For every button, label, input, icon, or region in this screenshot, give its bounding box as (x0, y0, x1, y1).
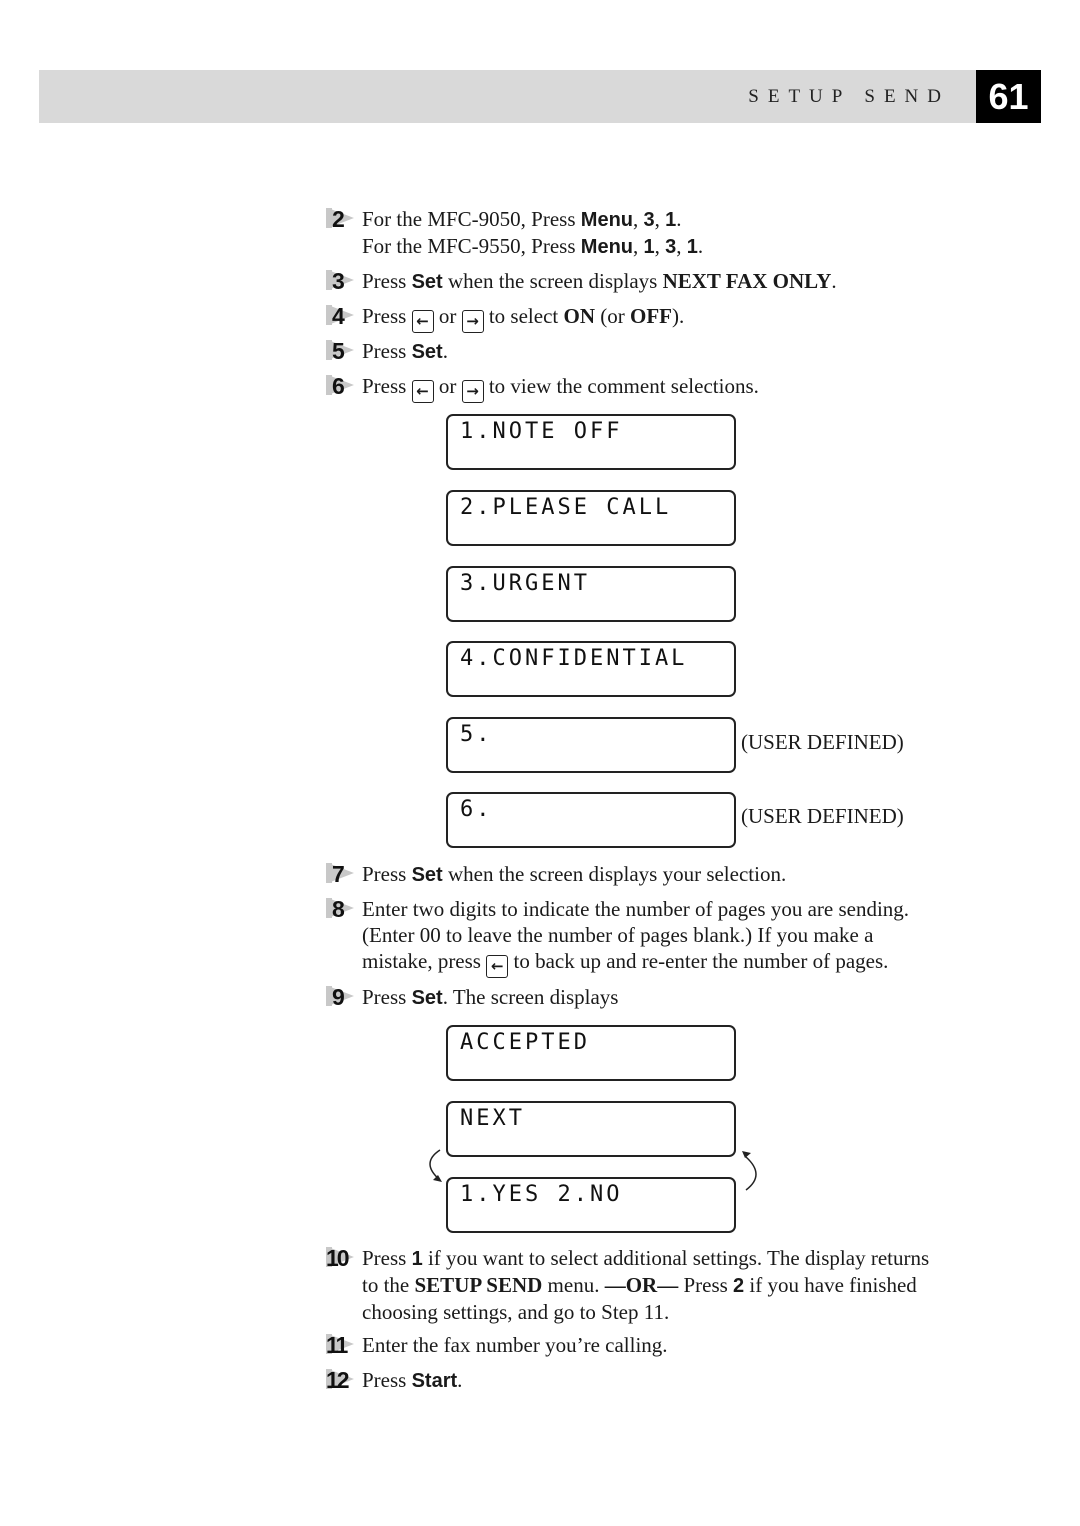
lcd-display: 5. (446, 717, 736, 773)
lcd-text: 3.URGENT (460, 571, 590, 596)
step-text: Press Set when the screen displays your … (362, 862, 787, 886)
lcd-display: 6. (446, 792, 736, 848)
step-text: Press ← or → to select ON (or OFF). (362, 303, 684, 333)
lcd-text: 5. (460, 722, 493, 747)
cycle-arrows-icon (429, 1149, 757, 1191)
key-label: 1 (643, 236, 655, 258)
lcd-display: 1.NOTE OFF (446, 414, 736, 470)
left-arrow-key-icon: ← (411, 310, 434, 333)
key-label: 1 (411, 1248, 423, 1270)
page-number: 61 (976, 70, 1041, 123)
step-text: For the MFC-9050, Press Menu, 3, 1. For t… (362, 207, 704, 258)
lcd-display: 3.URGENT (446, 566, 736, 622)
lcd-text: 1.NOTE OFF (460, 419, 623, 444)
display-text: SETUP SEND (414, 1273, 543, 1297)
lcd-text: 4.CONFIDENTIAL (460, 646, 688, 671)
step-text: Enter two digits to indicate the number … (362, 896, 909, 978)
step-text: Press Set. (362, 339, 448, 363)
key-label: Start (411, 1370, 458, 1392)
step-number: 3 (326, 268, 356, 294)
section-title: SETUP SEND (748, 86, 950, 107)
key-label: Set (411, 864, 443, 886)
key-label: Set (411, 987, 443, 1009)
step-number: 12 (326, 1367, 356, 1393)
key-label: Set (411, 271, 443, 293)
right-arrow-key-icon: → (461, 310, 484, 333)
lcd-text: NEXT (460, 1106, 525, 1131)
lcd-display: ACCEPTED (446, 1025, 736, 1081)
key-label: 3 (665, 236, 677, 258)
step-number: 6 (326, 373, 356, 399)
key-label: Menu (580, 236, 633, 258)
lcd-text: ACCEPTED (460, 1030, 590, 1055)
step-number: 8 (326, 896, 356, 922)
step-text: Press ← or → to view the comment selecti… (362, 373, 759, 403)
key-label: 1 (665, 209, 677, 231)
display-text: OFF (629, 304, 672, 328)
display-text: ON (563, 304, 595, 328)
left-arrow-key-icon: ← (411, 380, 434, 403)
left-arrow-key-icon: ← (486, 955, 509, 978)
step-text: Press Set. The screen displays (362, 985, 619, 1009)
key-label: 3 (643, 209, 655, 231)
key-label: Menu (580, 209, 633, 231)
right-arrow-key-icon: → (461, 380, 484, 403)
display-text: —OR— (604, 1273, 679, 1297)
step-text: Press Start. (362, 1368, 463, 1392)
lcd-text: 2.PLEASE CALL (460, 495, 672, 520)
step-number: 10 (326, 1245, 356, 1271)
step-text: Press 1 if you want to select additional… (362, 1246, 930, 1324)
display-text: NEXT FAX ONLY (662, 269, 832, 293)
key-label: 2 (733, 1275, 745, 1297)
step-number: 2 (326, 206, 356, 232)
step-number: 9 (326, 984, 356, 1010)
step-number: 11 (326, 1332, 356, 1358)
lcd-display: 2.PLEASE CALL (446, 490, 736, 546)
lcd-text: 6. (460, 797, 493, 822)
user-defined-note: (USER DEFINED) (741, 730, 904, 754)
step-number: 7 (326, 861, 356, 887)
step-number: 4 (326, 303, 356, 329)
key-label: 1 (686, 236, 698, 258)
lcd-display: 4.CONFIDENTIAL (446, 641, 736, 697)
step-number: 5 (326, 338, 356, 364)
step-text: Press Set when the screen displays NEXT … (362, 269, 837, 293)
user-defined-note: (USER DEFINED) (741, 804, 904, 828)
key-label: Set (411, 341, 443, 363)
step-text: Enter the fax number you’re calling. (362, 1333, 668, 1357)
